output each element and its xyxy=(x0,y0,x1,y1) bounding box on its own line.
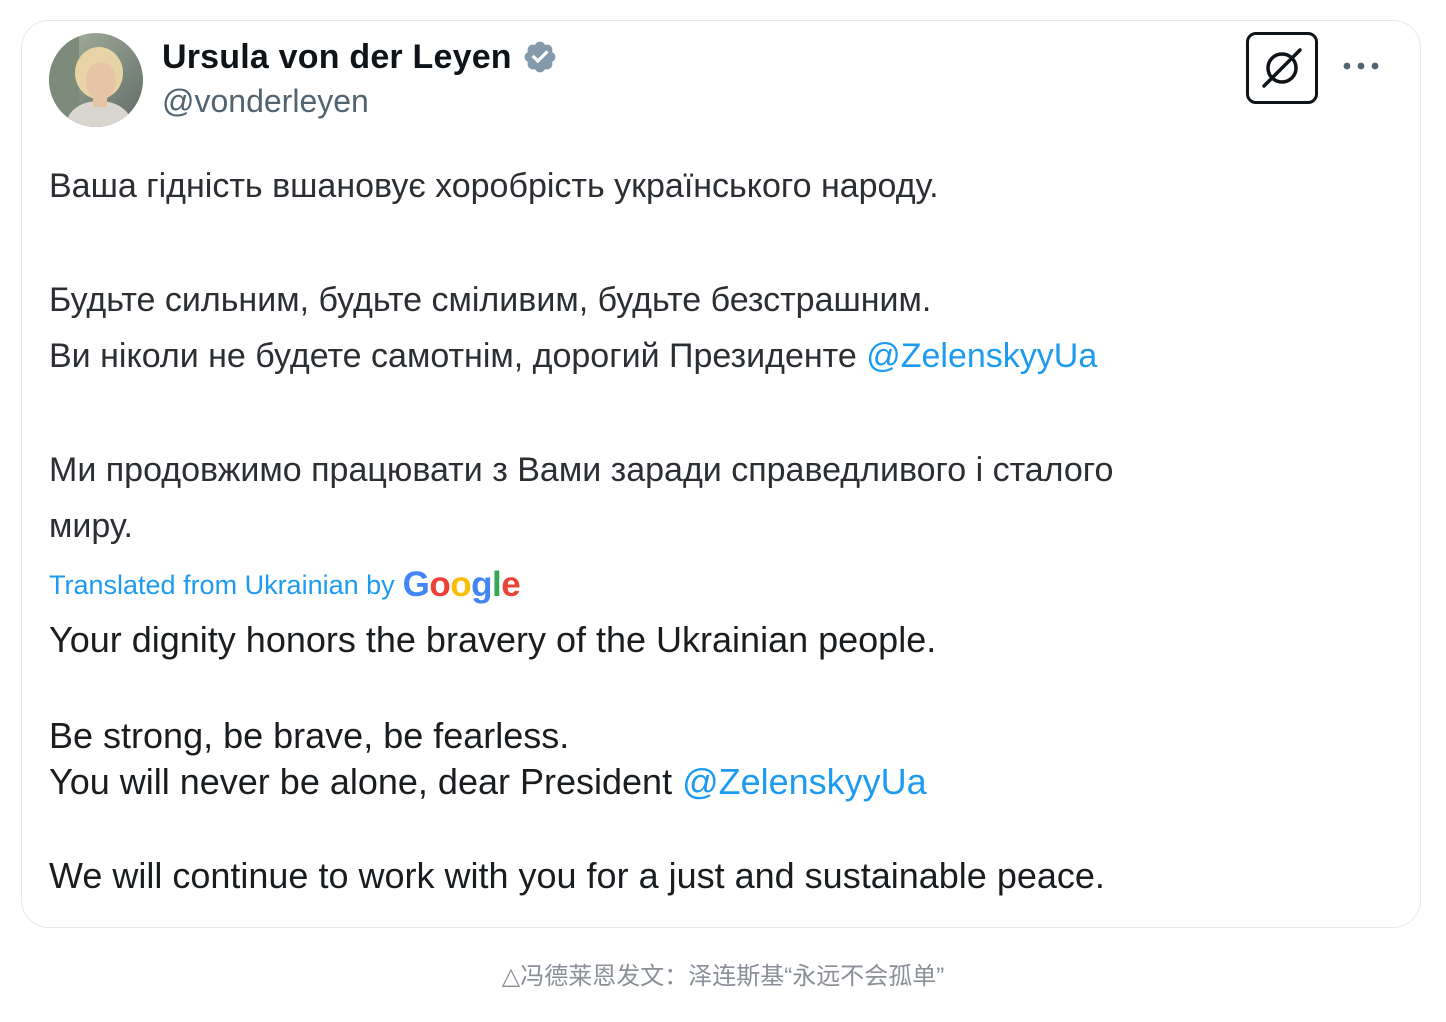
avatar[interactable] xyxy=(49,33,143,127)
original-line-3-text: Ви ніколи не будете самотнім, дорогий Пр… xyxy=(49,337,867,375)
mention-link[interactable]: @ZelenskyyUa xyxy=(866,337,1097,375)
translation-attribution[interactable]: Translated from Ukrainian by Google xyxy=(49,565,521,605)
grok-button[interactable] xyxy=(1246,32,1318,104)
google-logo: Google xyxy=(402,565,521,604)
translated-line-1: Your dignity honors the bravery of the U… xyxy=(49,619,937,660)
translated-line-4: We will continue to work with you for a … xyxy=(49,855,1105,896)
translation-label[interactable]: Translated from Ukrainian by xyxy=(49,570,395,601)
grok-icon xyxy=(1262,48,1302,88)
translated-line-3: You will never be alone, dear President … xyxy=(49,761,927,803)
verified-badge-icon xyxy=(524,41,556,73)
original-line-5: миру. xyxy=(49,507,133,545)
translated-line-3-text: You will never be alone, dear President xyxy=(49,761,683,802)
mention-link[interactable]: @ZelenskyyUa xyxy=(682,761,927,802)
image-caption: △冯德莱恩发文：泽连斯基“永远不会孤单” xyxy=(501,963,945,990)
tweet-card[interactable]: Ursula von der Leyen @vonderleyen Ваша г… xyxy=(21,20,1421,928)
author-handle[interactable]: @vonderleyen xyxy=(162,83,369,120)
avatar-photo-icon xyxy=(49,33,143,127)
original-line-2: Будьте сильним, будьте сміливим, будьте … xyxy=(49,281,932,319)
author-name[interactable]: Ursula von der Leyen xyxy=(162,38,512,77)
more-options-button[interactable] xyxy=(1340,45,1382,87)
translated-line-2: Be strong, be brave, be fearless. xyxy=(49,715,570,756)
original-line-4: Ми продовжимо працювати з Вами заради сп… xyxy=(49,451,1114,489)
more-dots-icon xyxy=(1343,62,1379,70)
author-row: Ursula von der Leyen xyxy=(162,35,558,79)
original-line-1: Ваша гідність вшановує хоробрість україн… xyxy=(49,167,939,205)
original-line-3: Ви ніколи не будете самотнім, дорогий Пр… xyxy=(49,337,1097,376)
